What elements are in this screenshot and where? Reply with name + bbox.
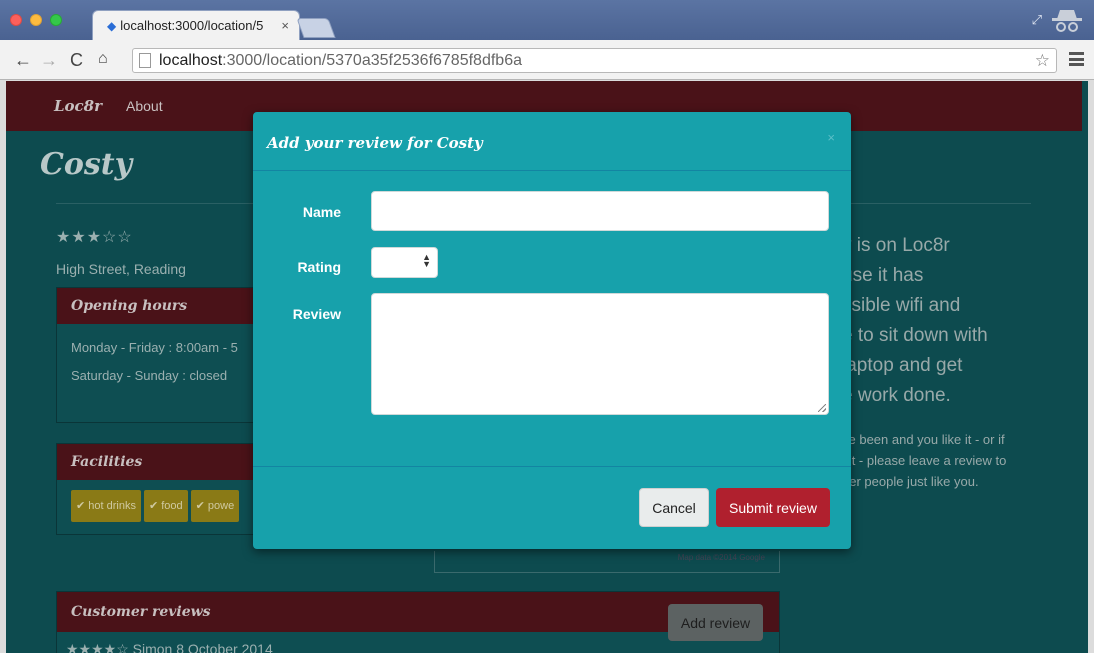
sidebar-lead-line: e to sit down with — [842, 325, 988, 346]
rating-stars: ★★★☆☆ — [56, 229, 133, 246]
address-bar[interactable]: localhost:3000/location/5370a35f2536f678… — [132, 48, 1057, 73]
facility-tag: ✔ hot drinks — [71, 490, 141, 522]
sidebar-lead-line: use it has — [842, 265, 924, 286]
site-brand[interactable]: Loc8r — [54, 97, 102, 115]
browser-titlebar: ◆ localhost:3000/location/5 × ⤢ — [0, 0, 1094, 40]
facility-tag: ✔ food — [143, 490, 188, 522]
panel-body: ✔ hot drinks ✔ food ✔ powe — [57, 480, 255, 532]
tab-close-icon[interactable]: × — [281, 18, 289, 33]
new-tab-button[interactable] — [296, 18, 336, 38]
close-window-button[interactable] — [10, 14, 22, 26]
add-review-modal: Add your review for Costy × Name Rating … — [253, 112, 851, 549]
sidebar-lead-line: y is on Loc8r — [842, 235, 950, 256]
close-icon[interactable]: × — [827, 130, 835, 145]
review-summary: ★★★★☆ Simon 8 October 2014 — [66, 641, 273, 653]
review-label: Review — [292, 306, 341, 322]
panel-heading: Facilities — [57, 444, 255, 480]
page-icon — [139, 53, 151, 68]
fullscreen-icon[interactable]: ⤢ — [1032, 12, 1042, 28]
sidebar-note-line: ve been and you like it - or if — [842, 432, 1005, 447]
facilities-panel: Facilities ✔ hot drinks ✔ food ✔ powe — [56, 443, 256, 535]
url-text: localhost:3000/location/5370a35f2536f678… — [159, 51, 522, 69]
hours-line: Saturday - Sunday : closed — [71, 368, 228, 383]
select-arrows-icon: ▲ ▼ — [422, 252, 431, 269]
sidebar-lead: y is on Loc8r use it has ssible wifi and… — [842, 231, 1042, 411]
browser-menu-icon[interactable] — [1069, 52, 1084, 66]
modal-title: Add your review for Costy — [267, 134, 483, 152]
maximize-window-button[interactable] — [50, 14, 62, 26]
rating-select[interactable]: ▲ ▼ — [371, 247, 438, 278]
back-icon[interactable]: ← — [14, 50, 32, 71]
facility-tag: ✔ powe — [190, 490, 240, 522]
rating-label: Rating — [297, 259, 341, 275]
sidebar-lead-line: e work done. — [842, 385, 951, 406]
nav-about-link[interactable]: About — [126, 98, 163, 114]
hours-line: Monday - Friday : 8:00am - 5 — [71, 340, 238, 355]
location-address: High Street, Reading — [56, 261, 186, 277]
sidebar-note: ve been and you like it - or if n't - pl… — [842, 429, 1042, 492]
sidebar-lead-line: ssible wifi and — [842, 295, 961, 316]
resize-grip-icon[interactable] — [818, 404, 826, 412]
cancel-button[interactable]: Cancel — [639, 488, 709, 527]
opening-hours-panel: Opening hours Monday - Friday : 8:00am -… — [56, 287, 256, 423]
map-attribution: Map data ©2014 Google — [677, 553, 765, 562]
incognito-icon — [1052, 10, 1082, 32]
browser-tab[interactable]: ◆ localhost:3000/location/5 × — [92, 10, 300, 40]
forward-icon[interactable]: → — [40, 50, 58, 71]
modal-footer-divider — [253, 466, 851, 467]
panel-body: Monday - Friday : 8:00am - 5 Saturday - … — [57, 324, 255, 400]
home-icon[interactable]: ⌂ — [98, 50, 108, 68]
name-label: Name — [302, 204, 341, 220]
reload-icon[interactable]: C — [70, 50, 83, 71]
review-textarea[interactable] — [371, 293, 829, 415]
map-panel: Map data ©2014 Google — [434, 551, 780, 573]
page-title: Costy — [40, 147, 133, 182]
minimize-window-button[interactable] — [30, 14, 42, 26]
sidebar-note-line: her people just like you. — [842, 474, 979, 489]
name-input[interactable] — [371, 191, 829, 231]
browser-toolbar: ← → C ⌂ localhost:3000/location/5370a35f… — [0, 40, 1094, 80]
modal-header: Add your review for Costy × — [253, 112, 851, 171]
sidebar-note-line: n't - please leave a review to — [842, 453, 1007, 468]
panel-heading: Opening hours — [57, 288, 255, 324]
favicon-icon: ◆ — [107, 18, 117, 33]
sidebar-lead-line: laptop and get — [842, 355, 963, 376]
submit-review-button[interactable]: Submit review — [716, 488, 830, 527]
tab-title: localhost:3000/location/5 — [120, 18, 264, 33]
bookmark-star-icon[interactable]: ☆ — [1035, 51, 1050, 71]
add-review-button[interactable]: Add review — [668, 604, 763, 641]
